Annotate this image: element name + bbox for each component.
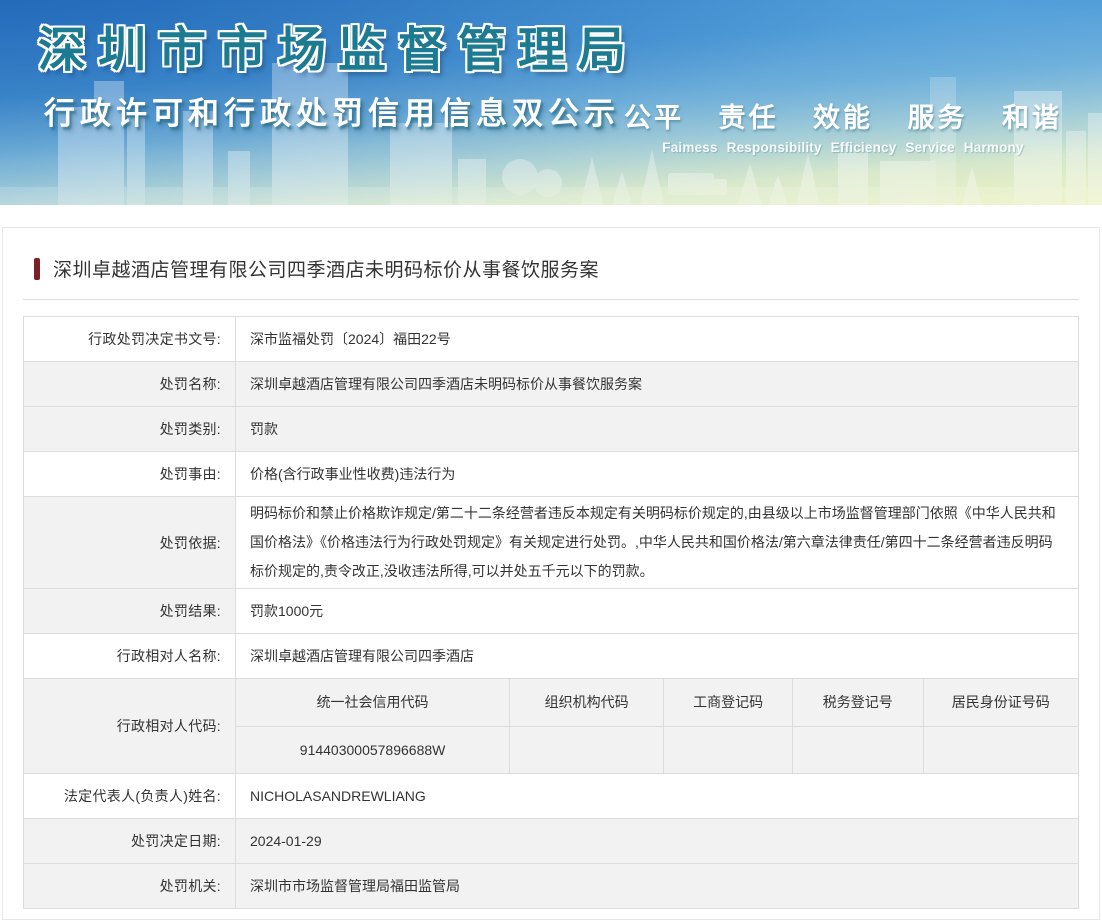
- row-penalty-authority: 处罚机关: 深圳市市场监督管理局福田监管局: [24, 864, 1079, 909]
- row-counterpart-name: 行政相对人名称: 深圳卓越酒店管理有限公司四季酒店: [24, 634, 1079, 679]
- codes-value-row: 91440300057896688W: [236, 726, 1078, 773]
- header-banner: 深圳市市场监督管理局 行政许可和行政处罚信用信息双公示 公平 责任 效能 服务 …: [0, 0, 1102, 205]
- tax-registration-code: [793, 726, 924, 773]
- row-penalty-reason: 处罚事由: 价格(含行政事业性收费)违法行为: [24, 452, 1079, 497]
- row-value: 深圳卓越酒店管理有限公司四季酒店未明码标价从事餐饮服务案: [236, 362, 1079, 407]
- content-panel: 深圳卓越酒店管理有限公司四季酒店未明码标价从事餐饮服务案 行政处罚决定书文号: …: [2, 227, 1100, 920]
- row-label: 处罚依据:: [24, 497, 236, 589]
- row-penalty-decision-date: 处罚决定日期: 2024-01-29: [24, 819, 1079, 864]
- row-penalty-doc-number: 行政处罚决定书文号: 深市监福处罚〔2024〕福田22号: [24, 317, 1079, 362]
- title-divider: [23, 299, 1079, 300]
- row-value: 价格(含行政事业性收费)违法行为: [236, 452, 1079, 497]
- row-legal-representative: 法定代表人(负责人)姓名: NICHOLASANDREWLIANG: [24, 774, 1079, 819]
- unified-social-credit-code: 91440300057896688W: [236, 726, 510, 773]
- code-column-header: 统一社会信用代码: [236, 679, 510, 726]
- row-label: 处罚机关:: [24, 864, 236, 909]
- row-label: 处罚结果:: [24, 589, 236, 634]
- row-penalty-category: 处罚类别: 罚款: [24, 407, 1079, 452]
- banner-subtitle: 行政许可和行政处罚信用信息双公示: [44, 88, 620, 133]
- codes-subtable: 统一社会信用代码 组织机构代码 工商登记码 税务登记号 居民身份证号码 9144…: [236, 679, 1078, 773]
- org-institution-code: [510, 726, 664, 773]
- row-label: 行政相对人代码:: [24, 679, 236, 774]
- row-penalty-name: 处罚名称: 深圳卓越酒店管理有限公司四季酒店未明码标价从事餐饮服务案: [24, 362, 1079, 407]
- row-penalty-basis: 处罚依据: 明码标价和禁止价格欺诈规定/第二十二条经营者违反本规定有关明码标价规…: [24, 497, 1079, 589]
- page-title: 深圳卓越酒店管理有限公司四季酒店未明码标价从事餐饮服务案: [53, 255, 599, 282]
- codes-header-row: 统一社会信用代码 组织机构代码 工商登记码 税务登记号 居民身份证号码: [236, 679, 1078, 726]
- row-label: 法定代表人(负责人)姓名:: [24, 774, 236, 819]
- slogan-chinese: 公平 责任 效能 服务 和谐: [624, 96, 1062, 135]
- row-label: 处罚事由:: [24, 452, 236, 497]
- code-column-header: 税务登记号: [793, 679, 924, 726]
- row-label: 行政处罚决定书文号:: [24, 317, 236, 362]
- row-counterpart-codes: 行政相对人代码: 统一社会信用代码 组织机构代码 工商登记码 税务登记号 居民身…: [24, 679, 1079, 774]
- code-column-header: 组织机构代码: [510, 679, 664, 726]
- row-label: 处罚名称:: [24, 362, 236, 407]
- code-column-header: 居民身份证号码: [923, 679, 1078, 726]
- row-value: 罚款: [236, 407, 1079, 452]
- row-value: 深圳卓越酒店管理有限公司四季酒店: [236, 634, 1079, 679]
- row-value: 深圳市市场监督管理局福田监管局: [236, 864, 1079, 909]
- resident-id-code: [923, 726, 1078, 773]
- business-registration-code: [664, 726, 793, 773]
- row-value: 明码标价和禁止价格欺诈规定/第二十二条经营者违反本规定有关明码标价规定的,由县级…: [236, 497, 1079, 589]
- title-accent-bar: [34, 258, 40, 280]
- row-label: 行政相对人名称:: [24, 634, 236, 679]
- slogan-english: Faimess Responsibility Efficiency Servic…: [624, 140, 1062, 155]
- penalty-info-table: 行政处罚决定书文号: 深市监福处罚〔2024〕福田22号 处罚名称: 深圳卓越酒…: [23, 316, 1079, 909]
- row-label: 处罚类别:: [24, 407, 236, 452]
- row-penalty-result: 处罚结果: 罚款1000元: [24, 589, 1079, 634]
- row-value: 深市监福处罚〔2024〕福田22号: [236, 317, 1079, 362]
- row-value: 2024-01-29: [236, 819, 1079, 864]
- row-value: 罚款1000元: [236, 589, 1079, 634]
- codes-subtable-cell: 统一社会信用代码 组织机构代码 工商登记码 税务登记号 居民身份证号码 9144…: [236, 679, 1079, 774]
- code-column-header: 工商登记码: [664, 679, 793, 726]
- row-label: 处罚决定日期:: [24, 819, 236, 864]
- slogan-block: 公平 责任 效能 服务 和谐 Faimess Responsibility Ef…: [624, 96, 1062, 155]
- case-title-row: 深圳卓越酒店管理有限公司四季酒店未明码标价从事餐饮服务案: [23, 255, 1079, 282]
- row-value: NICHOLASANDREWLIANG: [236, 774, 1079, 819]
- org-title: 深圳市市场监督管理局: [38, 10, 638, 80]
